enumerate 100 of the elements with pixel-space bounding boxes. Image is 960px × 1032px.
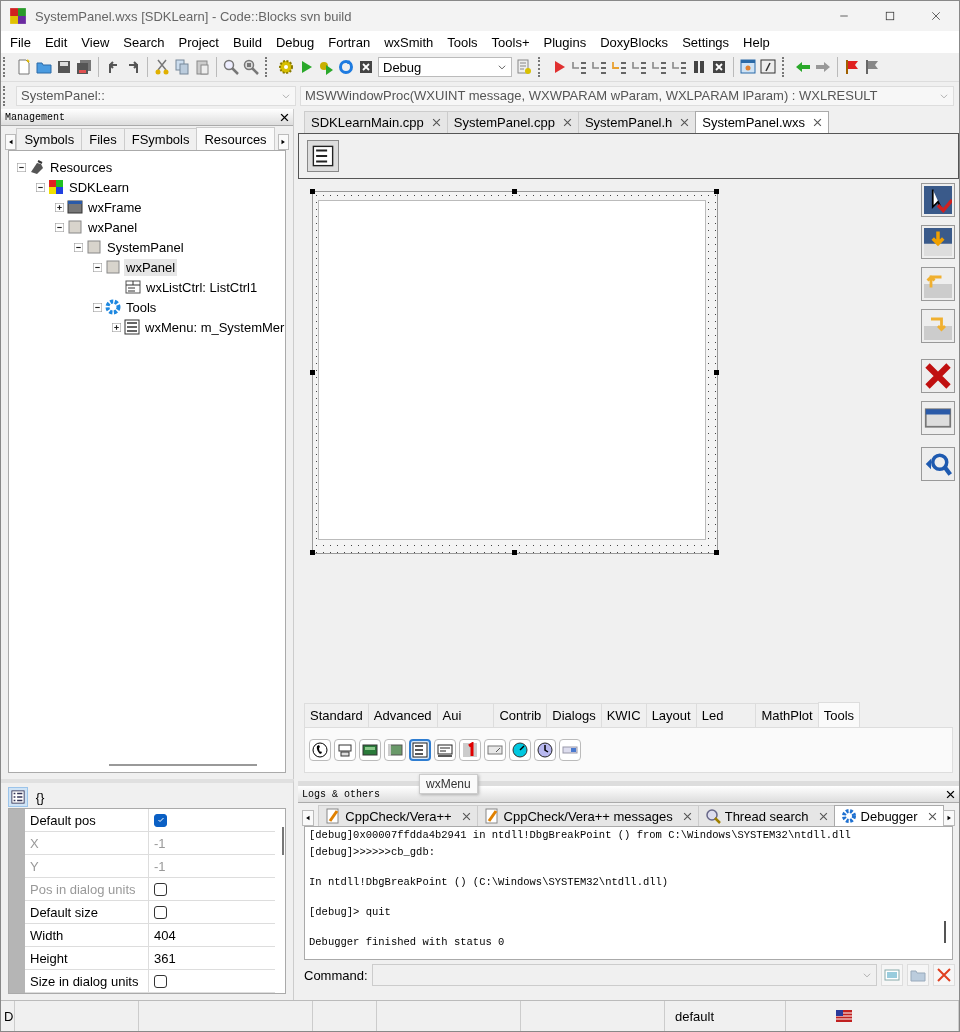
search-icon[interactable] bbox=[243, 59, 259, 75]
checkbox[interactable] bbox=[154, 813, 167, 827]
scroll-left-button[interactable] bbox=[302, 810, 315, 826]
menu-tool-button[interactable] bbox=[307, 140, 339, 172]
gear-icon[interactable] bbox=[278, 59, 294, 75]
stop-icon[interactable] bbox=[711, 59, 727, 75]
checkbox[interactable] bbox=[154, 974, 167, 988]
expand-toggle-icon[interactable] bbox=[55, 202, 64, 212]
step-arrow-icon[interactable] bbox=[671, 59, 687, 75]
step-arrow-icon[interactable] bbox=[611, 59, 627, 75]
step-arrow-icon[interactable] bbox=[571, 59, 587, 75]
editor-tab[interactable]: SystemPanel.h bbox=[577, 111, 697, 133]
clipboard-icon[interactable] bbox=[194, 59, 210, 75]
property-value[interactable]: 361 bbox=[154, 950, 176, 966]
resize-handle[interactable] bbox=[714, 550, 719, 555]
scope-dropdown[interactable]: SystemPanel:: bbox=[16, 85, 296, 106]
scroll-left-button[interactable] bbox=[5, 134, 17, 150]
property-grid-tab[interactable] bbox=[8, 787, 28, 807]
tab[interactable]: Resources bbox=[196, 127, 275, 150]
menu-item[interactable]: Settings bbox=[675, 34, 737, 50]
tree-item[interactable]: wxFrame bbox=[86, 198, 144, 216]
tree-item[interactable]: wxPanel bbox=[124, 258, 178, 276]
tab[interactable]: FSymbols bbox=[123, 128, 198, 150]
resize-handle[interactable] bbox=[714, 369, 719, 375]
palette-tab[interactable]: Standard bbox=[304, 703, 369, 727]
scrollbar-thumb[interactable] bbox=[109, 764, 257, 766]
floppy-disks-icon[interactable] bbox=[76, 59, 92, 75]
collapse-toggle-icon[interactable] bbox=[93, 262, 102, 272]
log-tab[interactable]: CppCheck/Vera++ bbox=[318, 805, 478, 826]
palette-item[interactable] bbox=[409, 739, 431, 761]
collapse-toggle-icon[interactable] bbox=[93, 302, 102, 312]
folder-icon[interactable] bbox=[36, 59, 52, 75]
command-field[interactable] bbox=[371, 964, 877, 986]
palette-item[interactable] bbox=[534, 739, 556, 761]
window-icon[interactable] bbox=[740, 59, 756, 75]
menu-item[interactable]: Plugins bbox=[536, 34, 594, 50]
resize-handle[interactable] bbox=[512, 189, 517, 194]
stop-icon[interactable] bbox=[358, 59, 374, 75]
delete-icon[interactable] bbox=[924, 362, 952, 390]
expand-toggle-icon[interactable] bbox=[112, 322, 121, 332]
window-icon[interactable] bbox=[760, 59, 776, 75]
close-icon[interactable] bbox=[936, 967, 952, 983]
menu-item[interactable]: Project bbox=[171, 34, 226, 50]
collapse-toggle-icon[interactable] bbox=[17, 162, 26, 172]
editor-tab[interactable]: SDKLearnMain.cpp bbox=[304, 111, 448, 133]
resize-handle[interactable] bbox=[310, 369, 315, 375]
close-icon[interactable] bbox=[562, 118, 572, 127]
scroll-right-button[interactable] bbox=[277, 134, 289, 150]
menu-item[interactable]: Fortran bbox=[321, 34, 378, 50]
property-value[interactable]: 404 bbox=[154, 927, 176, 943]
log-tab[interactable]: Debugger bbox=[833, 805, 944, 826]
close-icon[interactable] bbox=[930, 10, 942, 22]
resize-handle[interactable] bbox=[310, 189, 315, 194]
step-arrow-icon[interactable] bbox=[631, 59, 647, 75]
flag-icon[interactable] bbox=[864, 59, 880, 75]
log-tab[interactable]: Thread search bbox=[697, 805, 835, 826]
menu-item[interactable]: Build bbox=[226, 34, 269, 50]
tree-item[interactable]: SDKLearn bbox=[67, 178, 131, 196]
scrollbar-thumb[interactable] bbox=[282, 827, 284, 855]
cursor-check-icon[interactable] bbox=[924, 186, 952, 214]
menu-item[interactable]: Tools bbox=[440, 34, 485, 50]
editor-tab[interactable]: SystemPanel.cpp bbox=[446, 111, 579, 133]
tree-item[interactable]: SystemPanel bbox=[105, 238, 186, 256]
close-icon[interactable] bbox=[812, 118, 822, 127]
close-icon[interactable] bbox=[818, 811, 828, 821]
menu-item[interactable]: Debug bbox=[268, 34, 322, 50]
build-target-dropdown[interactable]: Debug bbox=[378, 57, 512, 77]
resize-handle[interactable] bbox=[310, 550, 315, 555]
collapse-toggle-icon[interactable] bbox=[55, 222, 64, 232]
menu-item[interactable]: Tools+ bbox=[484, 34, 537, 50]
checkbox[interactable] bbox=[154, 905, 167, 919]
arrow-left-icon[interactable] bbox=[795, 59, 811, 75]
resize-handle[interactable] bbox=[512, 550, 517, 555]
events-tab[interactable]: {} bbox=[30, 787, 50, 807]
menu-item[interactable]: Search bbox=[116, 34, 172, 50]
tree-item[interactable]: wxMenu: m_SystemMer bbox=[143, 318, 287, 336]
tree-item[interactable]: wxListCtrl: ListCtrl1 bbox=[144, 278, 260, 296]
tab[interactable]: Symbols bbox=[16, 128, 83, 150]
pause-icon[interactable] bbox=[691, 59, 707, 75]
collapse-toggle-icon[interactable] bbox=[74, 242, 83, 252]
palette-item[interactable] bbox=[509, 739, 531, 761]
step-arrow-icon[interactable] bbox=[651, 59, 667, 75]
palette-item[interactable] bbox=[434, 739, 456, 761]
close-icon[interactable] bbox=[461, 811, 471, 821]
palette-item[interactable] bbox=[359, 739, 381, 761]
menu-item[interactable]: View bbox=[74, 34, 117, 50]
editor-tab[interactable]: SystemPanel.wxs bbox=[695, 111, 829, 133]
menu-item[interactable]: Edit bbox=[37, 34, 75, 50]
scrollbar-thumb[interactable] bbox=[944, 921, 946, 943]
palette-tab[interactable]: Tools bbox=[817, 702, 861, 727]
menu-item[interactable]: DoxyBlocks bbox=[593, 34, 676, 50]
function-dropdown[interactable]: MSWWindowProc(WXUINT message, WXWPARAM wParam, WXLPARAM lParam) : WXLRESULT bbox=[300, 85, 954, 106]
palette-item[interactable] bbox=[309, 739, 331, 761]
menu-item[interactable]: File bbox=[3, 34, 38, 50]
log-tab[interactable]: CppCheck/Vera++ messages bbox=[476, 805, 699, 826]
flag-icon[interactable] bbox=[844, 59, 860, 75]
maximize-icon[interactable] bbox=[884, 10, 896, 22]
search-icon[interactable] bbox=[223, 59, 239, 75]
close-icon[interactable] bbox=[680, 118, 690, 127]
tree-item[interactable]: wxPanel bbox=[86, 218, 140, 236]
